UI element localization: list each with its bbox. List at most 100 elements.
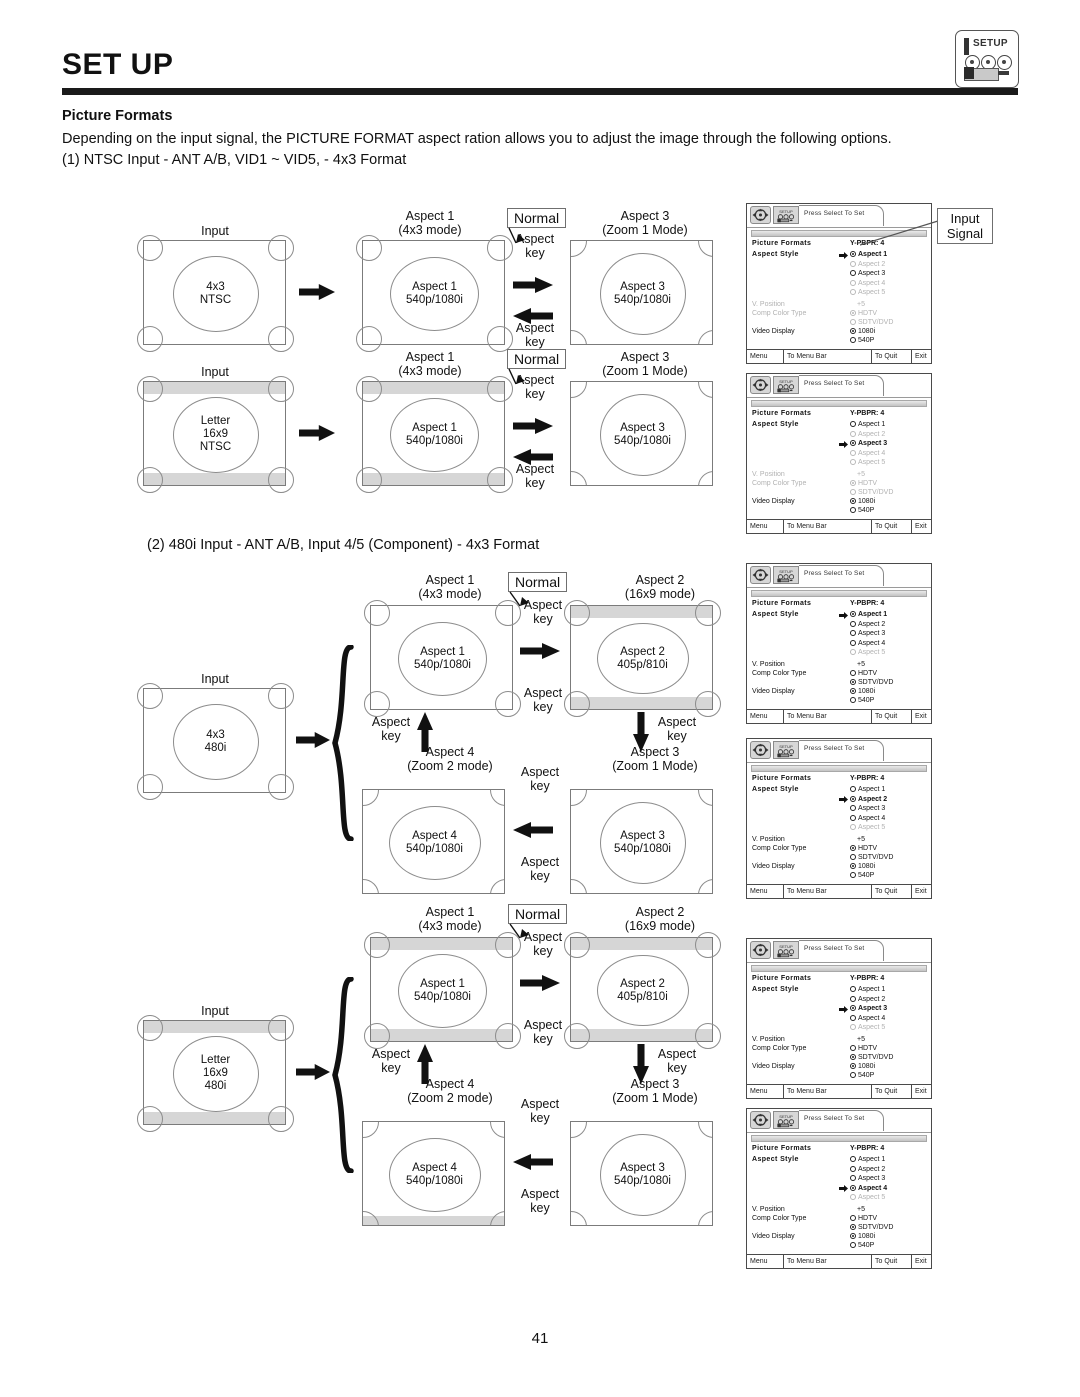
osd-aspect-option-2[interactable]: Aspect 2 <box>850 995 885 1003</box>
osd-aspect-option-2[interactable]: Aspect 2 <box>850 260 885 268</box>
corner-circle <box>694 690 721 717</box>
osd-footer-item-4[interactable]: Exit <box>915 523 927 530</box>
osd-video-option-1[interactable]: 1080i <box>850 688 875 695</box>
osd-tab-navigation-icon[interactable] <box>750 941 771 959</box>
corner-circle <box>137 376 164 403</box>
osd-comp-option-2[interactable]: SDTV/DVD <box>850 679 893 686</box>
osd-aspect-option-4[interactable]: Aspect 4 <box>850 449 885 457</box>
osd-tab-navigation-icon[interactable] <box>750 566 771 584</box>
osd-video-option-2[interactable]: 540P <box>850 1242 874 1249</box>
osd-aspect-option-1[interactable]: Aspect 1 <box>850 611 887 618</box>
osd-tab-navigation-icon[interactable] <box>750 1111 771 1129</box>
osd-tab-navigation-icon[interactable] <box>750 206 771 224</box>
aspect-key-line: key <box>533 612 553 626</box>
osd-video-option-1[interactable]: 1080i <box>850 328 875 335</box>
osd-aspect-option-1[interactable]: Aspect 1 <box>850 1156 885 1163</box>
osd-video-option-2[interactable]: 540P <box>850 697 874 704</box>
normal-mode-badge: Normal <box>508 572 568 592</box>
osd-footer-item-2[interactable]: To Menu Bar <box>787 353 827 360</box>
osd-aspect-option-4[interactable]: Aspect 4 <box>850 279 885 287</box>
osd-body: Picture Formats Y-PBPR: 4 Aspect Style Aspe… <box>747 772 931 884</box>
osd-aspect-option-3[interactable]: Aspect 3 <box>850 1175 885 1182</box>
osd-aspect-option-2[interactable]: Aspect 2 <box>850 430 885 438</box>
osd-aspect-option-3[interactable]: Aspect 3 <box>850 805 885 812</box>
osd-footer-item-3[interactable]: To Quit <box>875 888 897 895</box>
osd-comp-option-1[interactable]: HDTV <box>850 1215 877 1222</box>
aspect-key-arrow-up <box>417 712 433 752</box>
osd-aspect-option-5[interactable]: Aspect 5 <box>850 824 885 831</box>
osd-aspect-option-5[interactable]: Aspect 5 <box>850 1194 885 1201</box>
osd-aspect-option-3[interactable]: Aspect 3 <box>850 440 887 447</box>
osd-footer-item-1[interactable]: Menu <box>750 713 768 720</box>
osd-footer-item-2[interactable]: To Menu Bar <box>787 713 827 720</box>
osd-footer-item-4[interactable]: Exit <box>915 888 927 895</box>
osd-footer-item-3[interactable]: To Quit <box>875 713 897 720</box>
osd-aspect-option-1[interactable]: Aspect 1 <box>850 421 885 428</box>
osd-aspect-option-2[interactable]: Aspect 2 <box>850 1165 885 1173</box>
osd-footer-item-1[interactable]: Menu <box>750 523 768 530</box>
osd-footer-item-1[interactable]: Menu <box>750 353 768 360</box>
osd-video-option-1[interactable]: 1080i <box>850 1063 875 1070</box>
osd-comp-option-2[interactable]: SDTV/DVD <box>850 854 893 861</box>
osd-video-option-1[interactable]: 1080i <box>850 1233 875 1240</box>
osd-aspect-option-1[interactable]: Aspect 1 <box>850 786 885 793</box>
osd-footer-item-2[interactable]: To Menu Bar <box>787 888 827 895</box>
osd-footer-item-2[interactable]: To Menu Bar <box>787 1258 827 1265</box>
osd-footer-item-3[interactable]: To Quit <box>875 353 897 360</box>
osd-footer-item-2[interactable]: To Menu Bar <box>787 1088 827 1095</box>
osd-aspect-option-5[interactable]: Aspect 5 <box>850 649 885 656</box>
osd-aspect-option-3[interactable]: Aspect 3 <box>850 630 885 637</box>
osd-tab-navigation-icon[interactable] <box>750 741 771 759</box>
radio-button <box>850 1233 856 1239</box>
osd-aspect-option-2[interactable]: Aspect 2 <box>850 620 885 628</box>
page-number: 41 <box>531 1330 549 1347</box>
osd-video-option-2[interactable]: 540P <box>850 507 874 514</box>
osd-footer-item-1[interactable]: Menu <box>750 888 768 895</box>
osd-tab-setup-icon[interactable]: SETUP <box>773 941 799 959</box>
osd-tab-setup-icon[interactable]: SETUP <box>773 1111 799 1129</box>
osd-footer-item-2[interactable]: To Menu Bar <box>787 523 827 530</box>
osd-aspect-option-5[interactable]: Aspect 5 <box>850 459 885 466</box>
osd-aspect-option-4[interactable]: Aspect 4 <box>850 639 885 647</box>
osd-footer-item-4[interactable]: Exit <box>915 1088 927 1095</box>
oval-text-line: Aspect 3 <box>620 1161 665 1174</box>
osd-comp-option-2[interactable]: SDTV/DVD <box>850 1054 893 1061</box>
osd-comp-option-1[interactable]: HDTV <box>850 845 877 852</box>
osd-footer-item-3[interactable]: To Quit <box>875 523 897 530</box>
osd-video-option-2[interactable]: 540P <box>850 337 874 344</box>
osd-aspect-option-4[interactable]: Aspect 4 <box>850 1184 887 1192</box>
osd-video-option-1[interactable]: 1080i <box>850 498 875 505</box>
osd-comp-option-1[interactable]: HDTV <box>850 480 877 487</box>
osd-tab-setup-icon[interactable]: SETUP <box>773 566 799 584</box>
osd-aspect-option-5[interactable]: Aspect 5 <box>850 289 885 296</box>
osd-footer-item-1[interactable]: Menu <box>750 1088 768 1095</box>
osd-footer-item-1[interactable]: Menu <box>750 1258 768 1265</box>
osd-aspect-option-3[interactable]: Aspect 3 <box>850 270 885 277</box>
radio-button <box>850 1156 856 1162</box>
osd-comp-option-2[interactable]: SDTV/DVD <box>850 489 893 496</box>
osd-footer-item-4[interactable]: Exit <box>915 353 927 360</box>
osd-comp-option-2[interactable]: SDTV/DVD <box>850 319 893 326</box>
osd-footer-item-4[interactable]: Exit <box>915 1258 927 1265</box>
osd-tab-setup-icon[interactable]: SETUP <box>773 376 799 394</box>
osd-comp-option-1[interactable]: HDTV <box>850 1045 877 1052</box>
osd-aspect-option-4[interactable]: Aspect 4 <box>850 1014 885 1022</box>
osd-aspect-option-4[interactable]: Aspect 4 <box>850 814 885 822</box>
osd-aspect-option-2[interactable]: Aspect 2 <box>850 795 887 803</box>
osd-video-option-2[interactable]: 540P <box>850 1072 874 1079</box>
osd-comp-option-2[interactable]: SDTV/DVD <box>850 1224 893 1231</box>
osd-tab-setup-icon[interactable]: SETUP <box>773 206 799 224</box>
osd-footer-item-3[interactable]: To Quit <box>875 1088 897 1095</box>
aspect-key-line: key <box>530 869 550 883</box>
osd-comp-option-1[interactable]: HDTV <box>850 310 877 317</box>
osd-aspect-option-5[interactable]: Aspect 5 <box>850 1024 885 1031</box>
osd-aspect-option-3[interactable]: Aspect 3 <box>850 1005 887 1012</box>
osd-video-option-1[interactable]: 1080i <box>850 863 875 870</box>
osd-comp-option-1[interactable]: HDTV <box>850 670 877 677</box>
osd-footer-item-3[interactable]: To Quit <box>875 1258 897 1265</box>
osd-footer-item-4[interactable]: Exit <box>915 713 927 720</box>
osd-tab-navigation-icon[interactable] <box>750 376 771 394</box>
osd-tab-setup-icon[interactable]: SETUP <box>773 741 799 759</box>
osd-aspect-option-1[interactable]: Aspect 1 <box>850 986 885 993</box>
osd-video-option-2[interactable]: 540P <box>850 872 874 879</box>
